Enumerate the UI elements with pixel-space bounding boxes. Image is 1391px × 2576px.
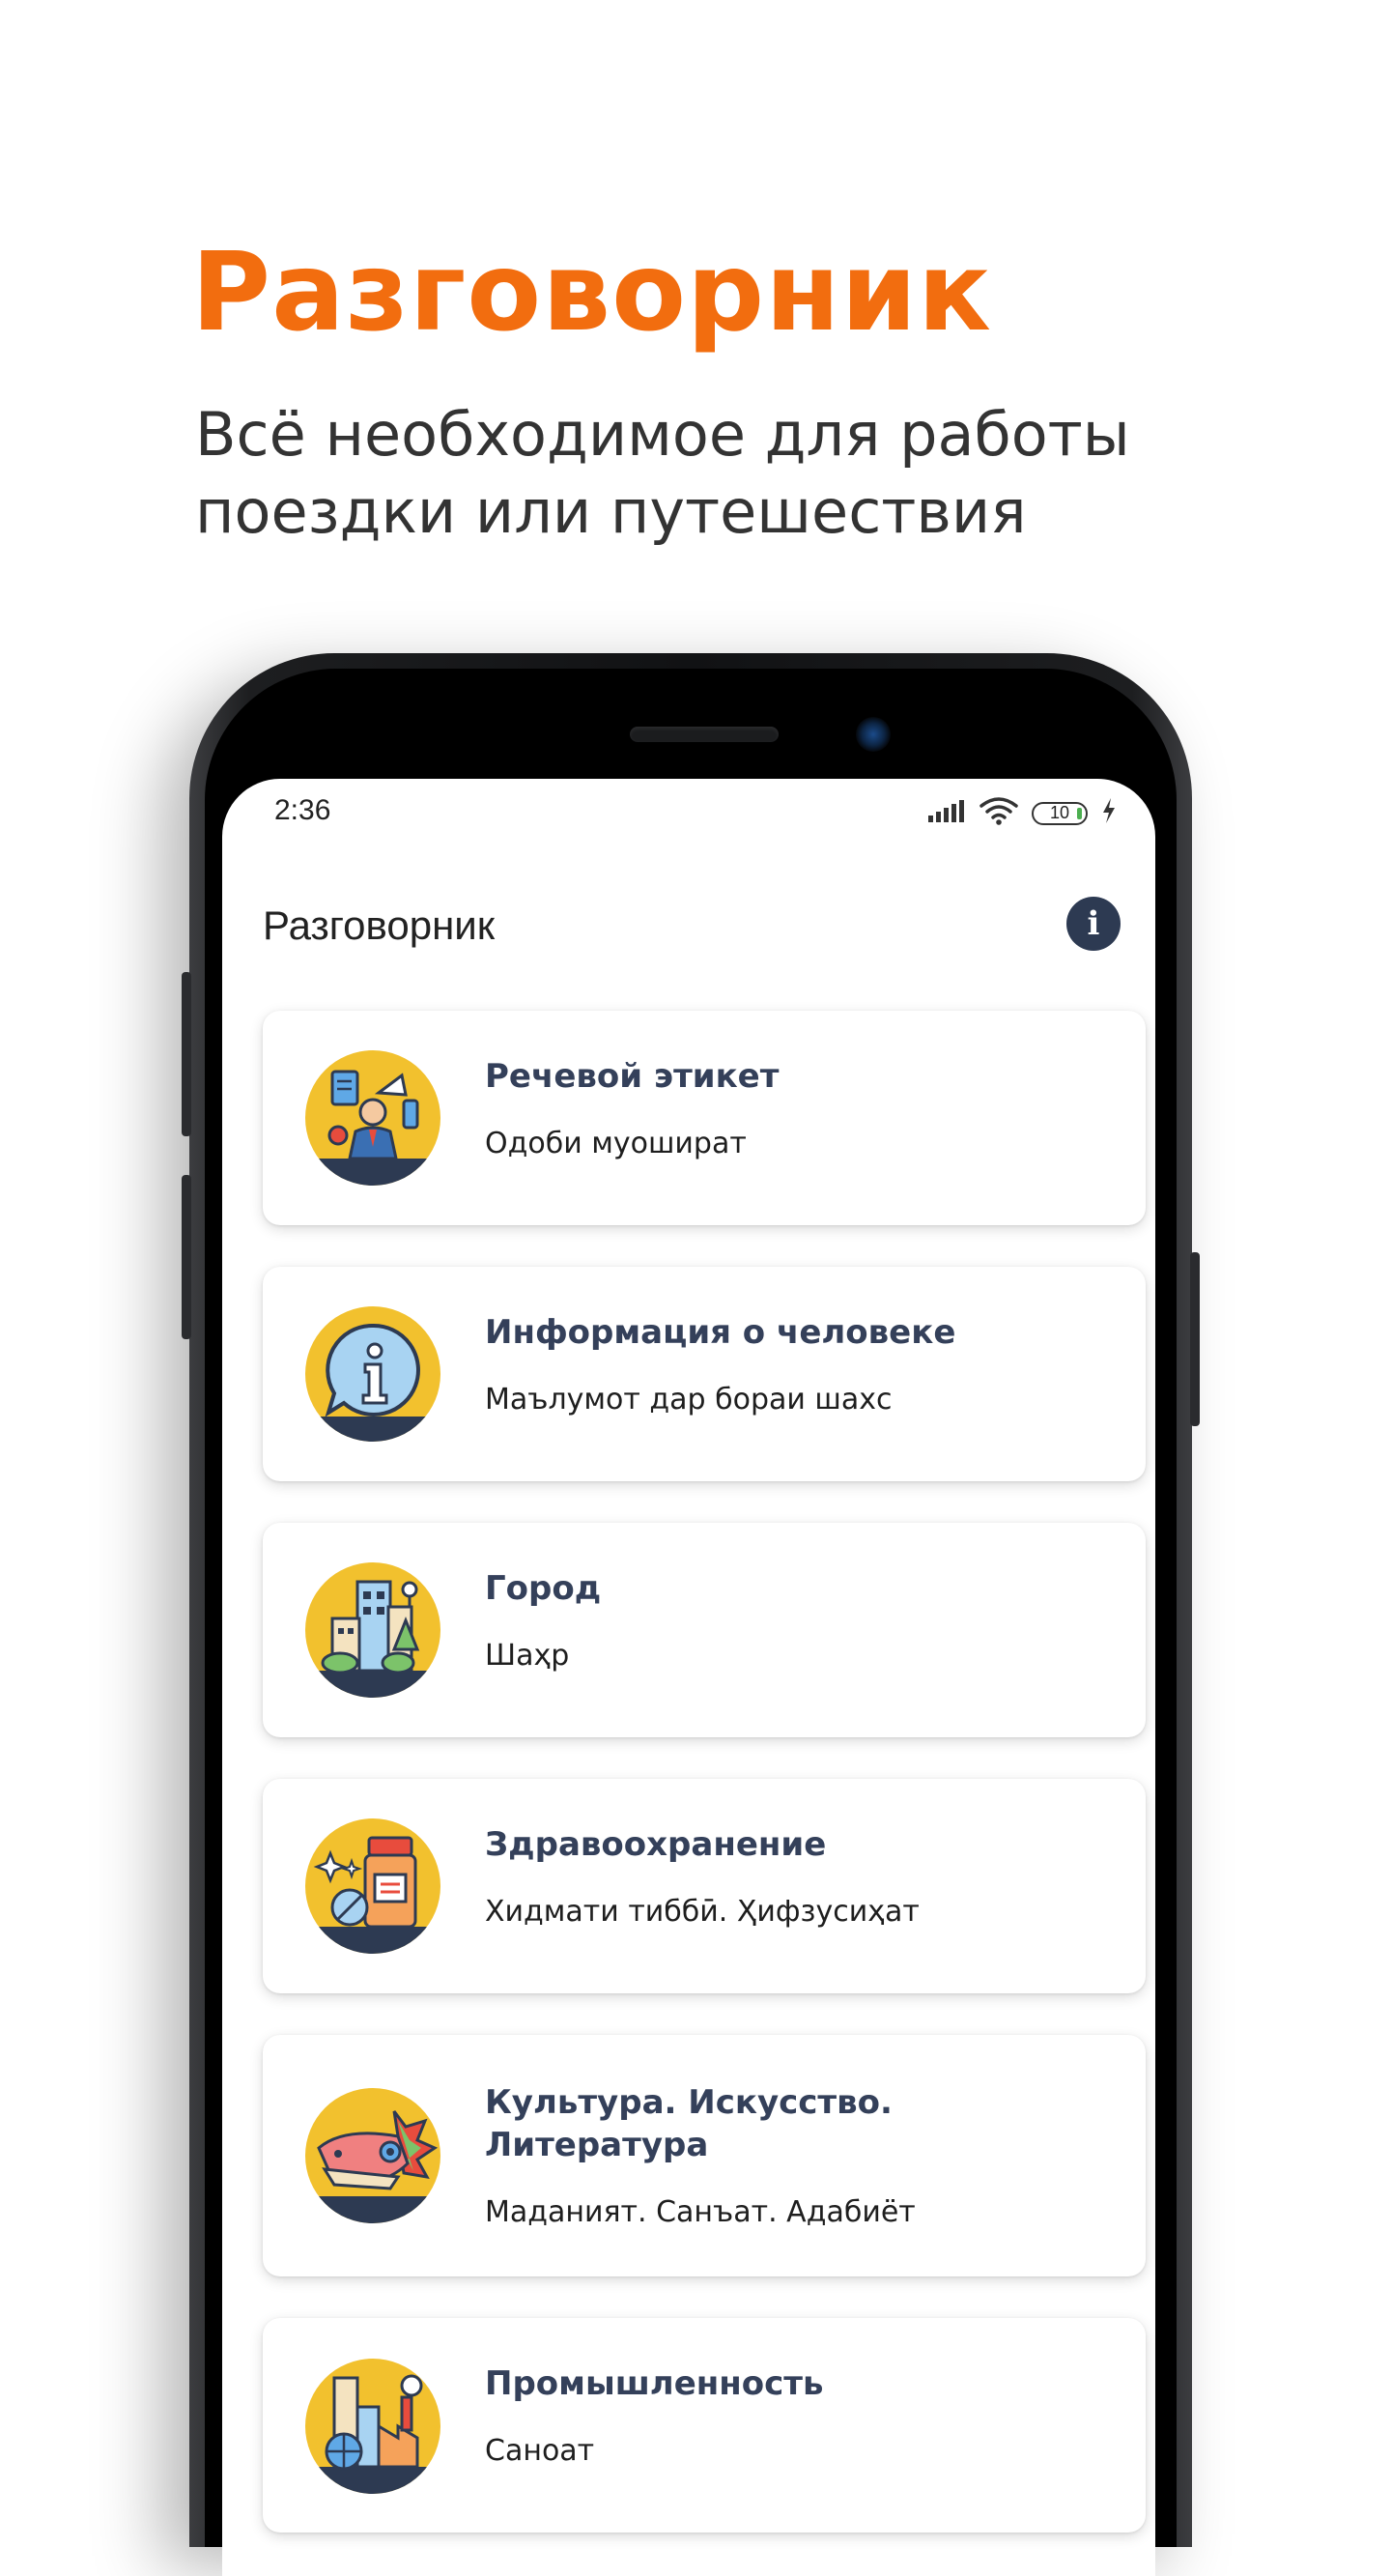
phone-frame: 2:36 10 Разговорник i Речевой этикет Одо… xyxy=(182,653,1200,2576)
topic-title: Промышленность xyxy=(485,2364,824,2403)
topic-title: Речевой этикет xyxy=(485,1057,780,1096)
topic-card-healthcare[interactable]: Здравоохранение Хидмати тиббӣ. Ҳифзусиҳа… xyxy=(263,1779,1146,1993)
topic-subtitle: Маълумот дар бораи шахс xyxy=(485,1383,893,1417)
topic-card-city[interactable]: Город Шаҳр xyxy=(263,1523,1146,1737)
topic-card-speech-etiquette[interactable]: Речевой этикет Одоби муошират xyxy=(263,1011,1146,1225)
topic-subtitle: Маданият. Санъат. Адабиёт xyxy=(485,2195,916,2229)
phone-screen: 2:36 10 Разговорник i Речевой этикет Одо… xyxy=(222,779,1155,2576)
topic-subtitle: Шаҳр xyxy=(485,1639,570,1673)
topic-title: Город xyxy=(485,1569,602,1608)
promo-subtitle: Всё необходимое для работы поездки или п… xyxy=(195,399,1130,547)
topic-card-person-info[interactable]: Информация о человеке Маълумот дар бораи… xyxy=(263,1267,1146,1481)
medicine-icon xyxy=(305,1818,440,1954)
phone-volume-button xyxy=(182,972,191,1136)
topic-subtitle: Одоби муошират xyxy=(485,1127,747,1160)
culture-mask-icon xyxy=(305,2088,440,2223)
signal-icon xyxy=(927,798,966,828)
topic-title: Информация о человеке xyxy=(485,1313,956,1352)
wifi-icon xyxy=(979,796,1018,830)
app-bar: Разговорник i xyxy=(222,875,1155,972)
earpiece-speaker xyxy=(630,727,779,742)
front-camera xyxy=(856,717,891,752)
topic-card-industry[interactable]: Промышленность Саноат xyxy=(263,2318,1146,2533)
status-icons: 10 xyxy=(927,796,1117,830)
info-bubble-icon xyxy=(305,1306,440,1442)
app-title: Разговорник xyxy=(263,902,496,948)
city-icon xyxy=(305,1562,440,1698)
battery-indicator: 10 xyxy=(1032,801,1088,825)
phone-bezel: 2:36 10 Разговорник i Речевой этикет Одо… xyxy=(205,669,1177,2576)
charging-icon xyxy=(1101,797,1117,829)
phone-bixby-button xyxy=(182,1175,191,1339)
industry-icon xyxy=(305,2359,440,2494)
promo-title: Разговорник xyxy=(191,230,993,356)
topic-subtitle: Саноат xyxy=(485,2434,595,2468)
topic-card-culture[interactable]: Культура. Искусство. Литература Маданият… xyxy=(263,2035,1146,2276)
status-time: 2:36 xyxy=(274,794,331,826)
topic-subtitle: Хидмати тиббӣ. Ҳифзусиҳат xyxy=(485,1895,920,1929)
phone-power-button xyxy=(1190,1252,1200,1426)
status-bar: 2:36 10 xyxy=(222,779,1155,864)
topic-title: Здравоохранение xyxy=(485,1825,827,1864)
info-icon[interactable]: i xyxy=(1066,897,1121,951)
speech-etiquette-icon xyxy=(305,1050,440,1186)
topic-title: Культура. Искусство. Литература xyxy=(485,2083,893,2164)
